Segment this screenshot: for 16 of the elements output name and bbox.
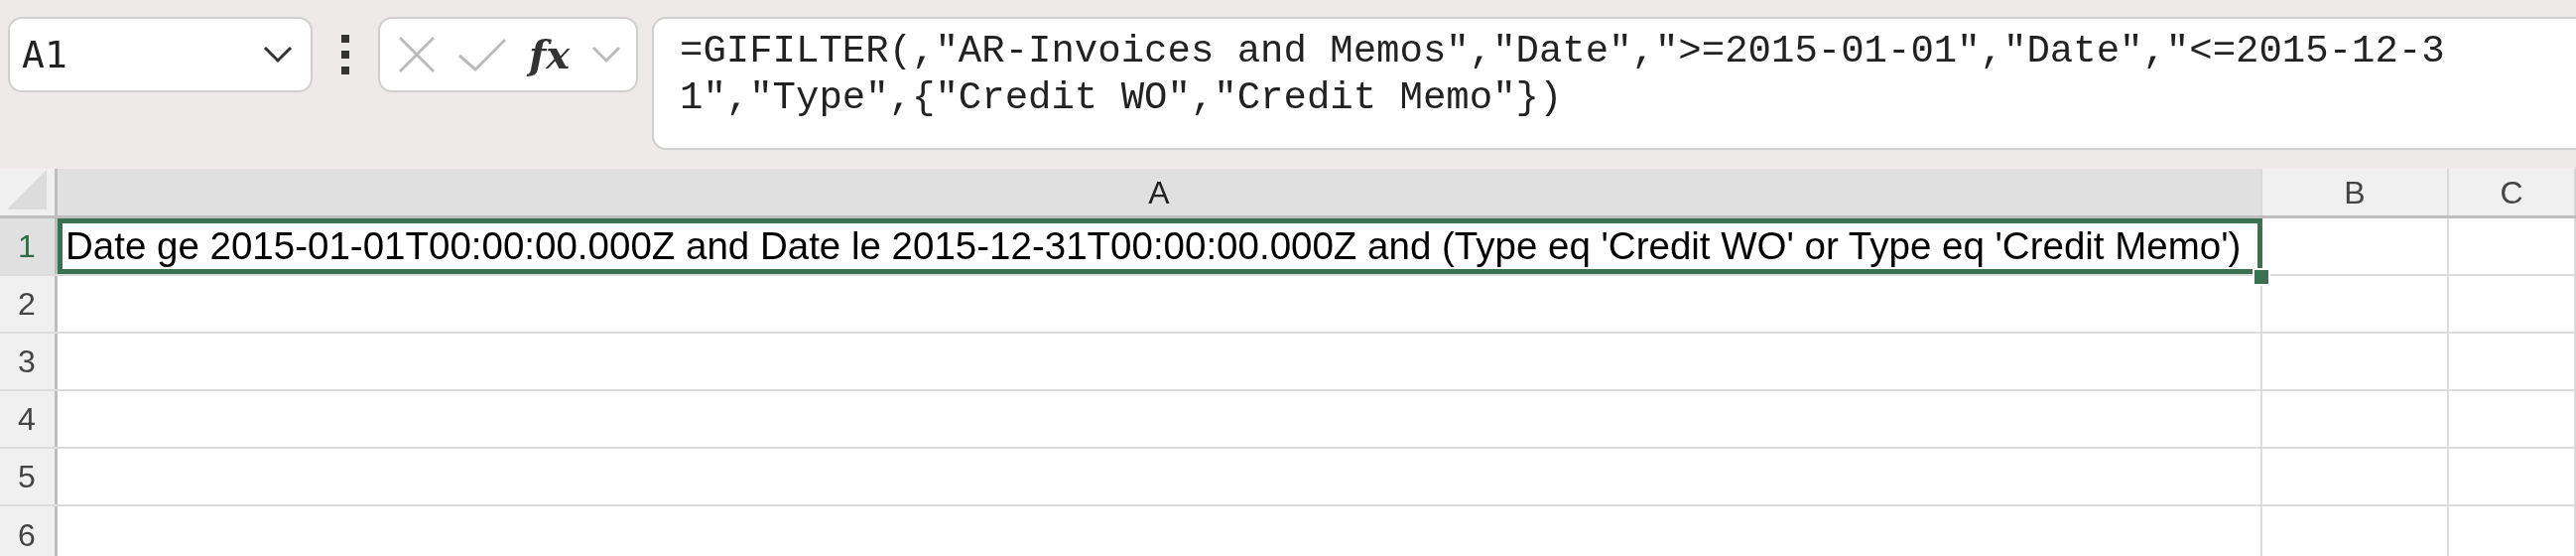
row-header[interactable]: 2 [0, 276, 58, 332]
more-options-icon[interactable] [340, 35, 350, 74]
selected-cell[interactable]: Date ge 2015-01-01T00:00:00.000Z and Date le 2015-12-31T00:00:00.000Z and (Type eq 'Credit WO' or Type eq 'Credit Memo') [58, 218, 2262, 274]
row-header[interactable]: 3 [0, 334, 58, 389]
enter-icon[interactable] [457, 38, 507, 71]
row-header[interactable]: 4 [0, 391, 58, 447]
name-box[interactable]: A1 [8, 17, 313, 92]
row-header[interactable]: 5 [0, 449, 58, 504]
caret-icon [263, 46, 293, 64]
cancel-icon[interactable] [398, 36, 436, 73]
row-header[interactable]: 1 [0, 218, 58, 274]
row-header[interactable]: 6 [0, 506, 58, 556]
column-header[interactable]: A [58, 169, 2262, 215]
caret-icon[interactable] [591, 46, 622, 64]
formula-field[interactable]: =GIFILTER(,"AR-Invoices and Memos","Date",">=2015-01-01","Date","<=2015-12-31","Type",{"Credit WO","Credit Memo"}) [652, 17, 2576, 150]
fill-handle[interactable] [2253, 268, 2270, 286]
